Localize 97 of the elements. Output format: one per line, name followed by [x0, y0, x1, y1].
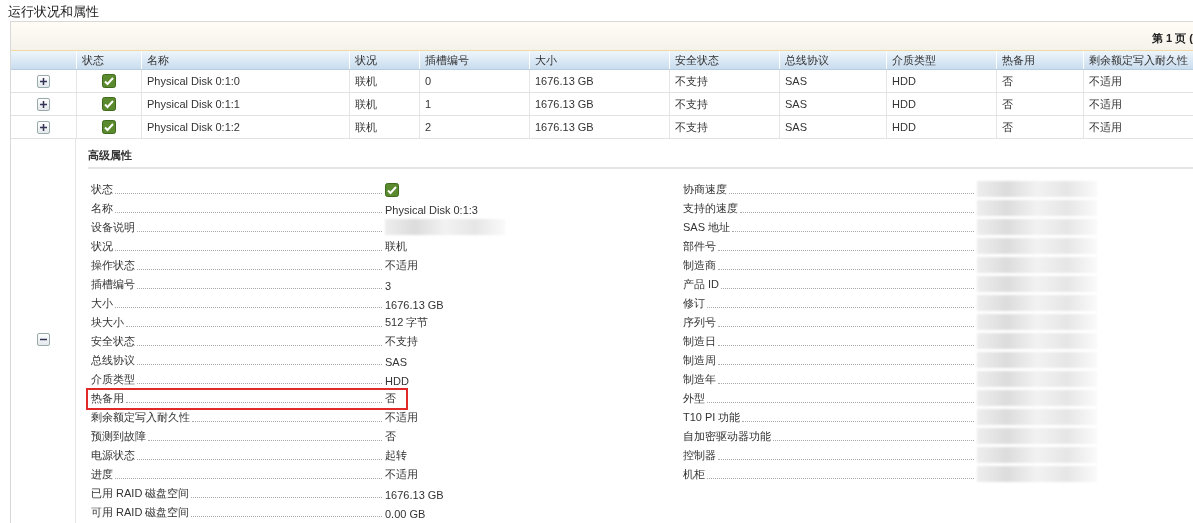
table-cell-text: Physical Disk 0:1:0	[147, 74, 240, 89]
property-label: 电源状态	[90, 448, 135, 463]
property-label: 块大小	[90, 315, 124, 330]
column-header[interactable]: 插槽编号	[419, 51, 529, 69]
property-value: 起转	[385, 448, 407, 463]
property-value: 1676.13 GB	[385, 489, 444, 501]
table-cell-text: 0	[425, 74, 432, 89]
property-label: 协商速度	[682, 182, 727, 197]
property-value: 否	[385, 429, 396, 444]
column-header[interactable]: 介质类型	[886, 51, 996, 69]
property-label: SAS 地址	[682, 220, 731, 235]
plus-icon	[40, 123, 47, 131]
column-header[interactable]: 热备用	[996, 51, 1083, 69]
property-label: 介质类型	[90, 372, 135, 387]
property-value: 否	[385, 391, 396, 406]
property-label: 外型	[682, 391, 705, 406]
table-cell-text: 否	[1002, 120, 1013, 135]
property-label: 机柜	[682, 467, 705, 482]
section-title: 运行状况和属性	[7, 3, 100, 21]
table-cell-text: 1676.13 GB	[535, 74, 594, 89]
table-cell-text: 否	[1002, 74, 1013, 89]
property-label: 大小	[90, 296, 113, 311]
property-value: 不适用	[385, 467, 418, 482]
table-cell-text: 1676.13 GB	[535, 97, 594, 112]
table-cell-text: 不适用	[1089, 97, 1122, 112]
property-label: 状况	[90, 239, 113, 254]
table-cell-text: 不支持	[675, 97, 708, 112]
table-cell-text: 不适用	[1089, 120, 1122, 135]
table-cell-text: SAS	[785, 74, 807, 89]
property-label: 操作状态	[90, 258, 135, 273]
property-label: 进度	[90, 467, 113, 482]
table-cell-text: SAS	[785, 97, 807, 112]
collapse-button[interactable]	[36, 332, 50, 346]
table-cell-text: 不支持	[675, 120, 708, 135]
plus-icon	[40, 100, 47, 108]
property-label: 状态	[90, 182, 113, 197]
property-label: 剩余额定写入耐久性	[90, 410, 190, 425]
expand-button[interactable]	[37, 74, 50, 88]
property-label: 制造年	[682, 372, 716, 387]
table-cell-text: 1676.13 GB	[535, 120, 594, 135]
expand-button[interactable]	[37, 97, 50, 111]
property-value: Physical Disk 0:1:3	[385, 204, 478, 216]
property-label: 制造周	[682, 353, 716, 368]
column-header[interactable]: 名称	[141, 51, 349, 69]
property-label: 控制器	[682, 448, 716, 463]
property-value: 不适用	[385, 258, 418, 273]
table-cell-text: 不支持	[675, 74, 708, 89]
property-label: 名称	[90, 201, 113, 216]
table-cell-text: 联机	[355, 74, 377, 89]
property-label: T10 PI 功能	[682, 410, 741, 425]
column-header[interactable]: 大小	[529, 51, 669, 69]
property-label: 制造商	[682, 258, 716, 273]
property-value: 0.00 GB	[385, 508, 426, 520]
property-label: 插槽编号	[90, 277, 135, 292]
property-value: 512 字节	[385, 315, 429, 330]
property-value: 联机	[385, 239, 407, 254]
table-cell-text: 否	[1002, 97, 1013, 112]
table-cell-text: HDD	[892, 120, 916, 135]
table-cell-text: Physical Disk 0:1:2	[147, 120, 240, 135]
property-label: 已用 RAID 磁盘空间	[90, 486, 190, 501]
details-title: 高级属性	[88, 148, 1193, 169]
column-header[interactable]: 总线协议	[779, 51, 886, 69]
property-label: 安全状态	[90, 334, 135, 349]
table-cell-text: HDD	[892, 74, 916, 89]
property-label: 设备说明	[90, 220, 135, 235]
property-value: 不支持	[385, 334, 418, 349]
table-cell-text: HDD	[892, 97, 916, 112]
column-header[interactable]: 安全状态	[669, 51, 779, 69]
property-label: 制造日	[682, 334, 716, 349]
table-cell-text: 联机	[355, 97, 377, 112]
table-cell-text: 不适用	[1089, 74, 1122, 89]
table-cell-text: SAS	[785, 120, 807, 135]
property-label: 产品 ID	[682, 277, 720, 292]
table-cell-text: 2	[425, 120, 432, 135]
plus-icon	[40, 77, 47, 85]
table-cell-text: Physical Disk 0:1:1	[147, 97, 240, 112]
property-label: 可用 RAID 磁盘空间	[90, 505, 190, 520]
column-header[interactable]: 剩余额定写入耐久性	[1083, 51, 1193, 69]
property-value: 不适用	[385, 410, 418, 425]
column-header[interactable]: 状况	[349, 51, 419, 69]
property-value: 3	[385, 280, 392, 292]
property-value: HDD	[385, 375, 409, 387]
table-cell-text: 1	[425, 97, 432, 112]
property-label: 序列号	[682, 315, 716, 330]
column-header[interactable]: 状态	[76, 51, 141, 69]
expand-button[interactable]	[37, 120, 50, 134]
property-label: 预测到故障	[90, 429, 146, 444]
property-label: 支持的速度	[682, 201, 738, 216]
table-cell-text: 联机	[355, 120, 377, 135]
property-label: 部件号	[682, 239, 716, 254]
property-value: 1676.13 GB	[385, 299, 444, 311]
property-label: 修订	[682, 296, 705, 311]
property-value: SAS	[385, 356, 407, 368]
property-label: 热备用	[90, 391, 124, 406]
property-label: 总线协议	[90, 353, 135, 368]
page-indicator: 第 1 页 (	[1152, 31, 1193, 46]
property-label: 自加密驱动器功能	[682, 429, 771, 444]
